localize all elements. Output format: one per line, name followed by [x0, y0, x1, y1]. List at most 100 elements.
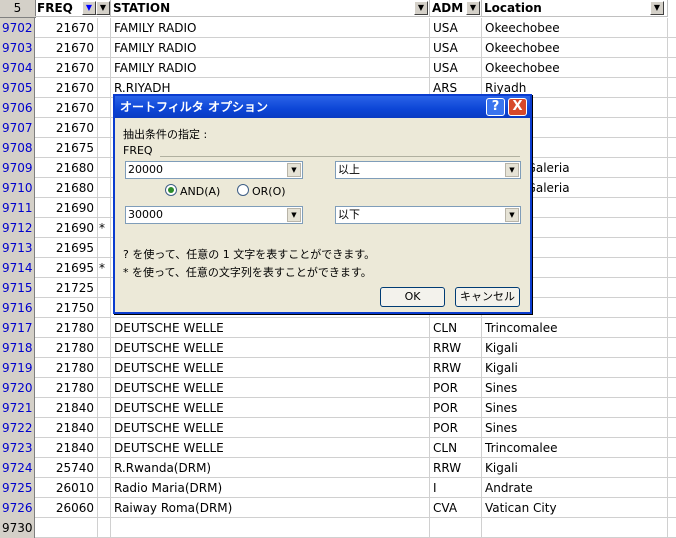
cell-mark[interactable]: *	[98, 258, 111, 278]
column-header-freq[interactable]: FREQ ▼ ▼	[35, 0, 111, 17]
cell-freq[interactable]: 21725	[35, 278, 98, 298]
cell-station[interactable]: DEUTSCHE WELLE	[111, 318, 430, 338]
cell-location[interactable]: Kigali	[482, 458, 668, 478]
cell-mark[interactable]	[98, 498, 111, 518]
cell-location[interactable]: Vatican City	[482, 498, 668, 518]
autofilter-dropdown-adm-icon[interactable]: ▼	[466, 1, 480, 15]
cell-freq[interactable]: 21670	[35, 18, 98, 38]
cell-adm[interactable]: USA	[430, 18, 482, 38]
cell-freq[interactable]: 21695	[35, 258, 98, 278]
row-number[interactable]: 9703	[0, 38, 35, 58]
cell-freq[interactable]: 21840	[35, 438, 98, 458]
or-radio[interactable]: OR(O)	[237, 184, 286, 199]
cell-station[interactable]: DEUTSCHE WELLE	[111, 398, 430, 418]
cell-mark[interactable]	[98, 118, 111, 138]
cell-station[interactable]: Radio Maria(DRM)	[111, 478, 430, 498]
cell-station[interactable]: DEUTSCHE WELLE	[111, 418, 430, 438]
row-number[interactable]: 9705	[0, 78, 35, 98]
cell-mark[interactable]	[98, 318, 111, 338]
cell-freq[interactable]: 21780	[35, 378, 98, 398]
row-number[interactable]: 9725	[0, 478, 35, 498]
table-row[interactable]: 9703 21670 FAMILY RADIO USA Okeechobee	[0, 38, 676, 58]
cell-mark[interactable]	[98, 398, 111, 418]
cell-adm[interactable]: RRW	[430, 338, 482, 358]
cell-freq[interactable]: 21670	[35, 118, 98, 138]
cell-freq[interactable]: 25740	[35, 458, 98, 478]
cell-adm[interactable]	[430, 518, 482, 538]
cell-adm[interactable]: USA	[430, 38, 482, 58]
cell-freq[interactable]: 21680	[35, 178, 98, 198]
cell-station[interactable]: DEUTSCHE WELLE	[111, 358, 430, 378]
cell-location[interactable]: Kigali	[482, 358, 668, 378]
help-icon[interactable]: ?	[486, 98, 505, 116]
cell-location[interactable]: Sines	[482, 418, 668, 438]
cell-freq[interactable]	[35, 518, 98, 538]
table-row[interactable]: 9724 25740 R.Rwanda(DRM) RRW Kigali	[0, 458, 676, 478]
cell-adm[interactable]: POR	[430, 418, 482, 438]
cell-freq[interactable]: 21780	[35, 318, 98, 338]
operator1-dropdown-icon[interactable]: ▼	[505, 163, 519, 177]
row-header-corner[interactable]: 5	[0, 0, 36, 18]
cell-adm[interactable]: CLN	[430, 438, 482, 458]
cell-location[interactable]	[482, 518, 668, 538]
cell-adm[interactable]: POR	[430, 378, 482, 398]
cell-mark[interactable]: *	[98, 218, 111, 238]
cell-mark[interactable]	[98, 98, 111, 118]
row-number[interactable]: 9707	[0, 118, 35, 138]
cell-freq[interactable]: 21750	[35, 298, 98, 318]
table-row[interactable]: 9717 21780 DEUTSCHE WELLE CLN Trincomalee	[0, 318, 676, 338]
row-number[interactable]: 9702	[0, 18, 35, 38]
cell-freq[interactable]: 21670	[35, 58, 98, 78]
cell-station[interactable]: FAMILY RADIO	[111, 58, 430, 78]
autofilter-dropdown-location-icon[interactable]: ▼	[650, 1, 664, 15]
cell-mark[interactable]	[98, 458, 111, 478]
row-number[interactable]: 9714	[0, 258, 35, 278]
cell-adm[interactable]: RRW	[430, 458, 482, 478]
cell-station[interactable]: DEUTSCHE WELLE	[111, 438, 430, 458]
table-row[interactable]: 9730	[0, 518, 676, 538]
cell-mark[interactable]	[98, 418, 111, 438]
row-number[interactable]: 9712	[0, 218, 35, 238]
cell-location[interactable]: Okeechobee	[482, 38, 668, 58]
value1-combobox[interactable]: 20000 ▼	[125, 161, 303, 179]
cell-mark[interactable]	[98, 158, 111, 178]
cell-freq[interactable]: 26060	[35, 498, 98, 518]
and-radio[interactable]: AND(A)	[165, 184, 220, 199]
table-row[interactable]: 9726 26060 Raiway Roma(DRM) CVA Vatican City	[0, 498, 676, 518]
cell-location[interactable]: Okeechobee	[482, 58, 668, 78]
row-number[interactable]: 9713	[0, 238, 35, 258]
row-number[interactable]: 9716	[0, 298, 35, 318]
dropdown-icon[interactable]: ▼	[96, 1, 110, 15]
row-number[interactable]: 9704	[0, 58, 35, 78]
row-number[interactable]: 9715	[0, 278, 35, 298]
cancel-button[interactable]: キャンセル	[455, 287, 520, 307]
cell-location[interactable]: Sines	[482, 398, 668, 418]
cell-freq[interactable]: 21780	[35, 338, 98, 358]
table-row[interactable]: 9704 21670 FAMILY RADIO USA Okeechobee	[0, 58, 676, 78]
cell-mark[interactable]	[98, 278, 111, 298]
table-row[interactable]: 9721 21840 DEUTSCHE WELLE POR Sines	[0, 398, 676, 418]
ok-button[interactable]: OK	[380, 287, 445, 307]
cell-location[interactable]: Okeechobee	[482, 18, 668, 38]
cell-mark[interactable]	[98, 178, 111, 198]
table-row[interactable]: 9723 21840 DEUTSCHE WELLE CLN Trincomalee	[0, 438, 676, 458]
cell-freq[interactable]: 21670	[35, 98, 98, 118]
operator2-dropdown-icon[interactable]: ▼	[505, 208, 519, 222]
cell-freq[interactable]: 21680	[35, 158, 98, 178]
cell-mark[interactable]	[98, 198, 111, 218]
row-number[interactable]: 9709	[0, 158, 35, 178]
operator1-combobox[interactable]: 以上 ▼	[335, 161, 521, 179]
cell-station[interactable]: R.Rwanda(DRM)	[111, 458, 430, 478]
cell-adm[interactable]: CVA	[430, 498, 482, 518]
cell-mark[interactable]	[98, 38, 111, 58]
column-header-location[interactable]: Location ▼	[482, 0, 668, 17]
row-number[interactable]: 9718	[0, 338, 35, 358]
dialog-title-bar[interactable]: オートフィルタ オプション ? X	[115, 96, 530, 118]
cell-station[interactable]: FAMILY RADIO	[111, 38, 430, 58]
cell-freq[interactable]: 21840	[35, 418, 98, 438]
cell-freq[interactable]: 21695	[35, 238, 98, 258]
row-number[interactable]: 9711	[0, 198, 35, 218]
cell-mark[interactable]	[98, 78, 111, 98]
row-number[interactable]: 9723	[0, 438, 35, 458]
table-row[interactable]: 9719 21780 DEUTSCHE WELLE RRW Kigali	[0, 358, 676, 378]
